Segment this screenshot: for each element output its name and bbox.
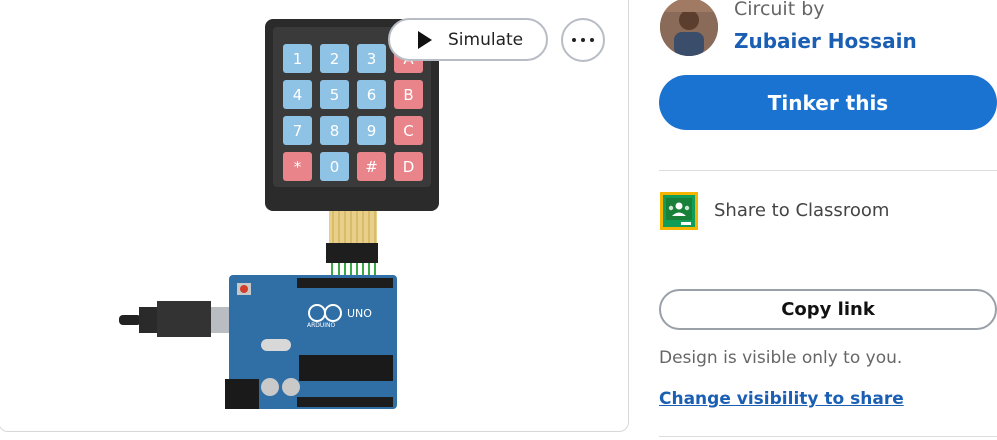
keypad-key-label: 2 [330,50,340,68]
google-classroom-icon [660,192,698,230]
copy-link-button[interactable]: Copy link [659,289,997,330]
author-name-link[interactable]: Zubaier Hossain [734,29,917,53]
divider-bottom [659,436,997,437]
ellipsis-icon [572,38,576,42]
keypad-key-label: 5 [330,86,340,104]
keypad-key-label: 8 [330,122,340,140]
keypad-key-label: 9 [367,122,377,140]
circuit-preview-card: 123A456B789C*0#D [0,0,629,432]
arduino-board: UNO ARDUINO [225,275,397,409]
board-model-label: UNO [347,307,372,320]
keypad-key-label: 6 [367,86,377,104]
keypad-key-label: B [403,86,413,104]
more-options-button[interactable] [561,18,605,62]
share-to-classroom-button[interactable]: Share to Classroom [714,200,889,221]
keypad-key-label: * [294,158,302,176]
tinker-this-button[interactable]: Tinker this [659,75,997,130]
play-icon [418,30,432,49]
keypad-key-label: D [403,158,415,176]
keypad-key-label: 3 [367,50,377,68]
circuit-diagram[interactable]: 123A456B789C*0#D [1,1,628,431]
keypad-key-label: 7 [293,122,303,140]
keypad-key-label: C [403,122,413,140]
simulate-label: Simulate [448,29,524,50]
circuit-by-label: Circuit by [734,0,825,20]
visibility-note: Design is visible only to you. [659,348,903,368]
board-brand-label: ARDUINO [307,322,336,329]
keypad-key-label: 1 [293,50,303,68]
keypad-ribbon [326,211,378,263]
divider [659,170,997,171]
author-avatar[interactable] [660,0,718,56]
keypad-key-label: 4 [293,86,303,104]
change-visibility-link[interactable]: Change visibility to share [659,389,904,409]
simulate-button[interactable]: Simulate [388,18,548,61]
keypad-key-label: # [365,158,378,176]
keypad-key-label: 0 [330,158,340,176]
